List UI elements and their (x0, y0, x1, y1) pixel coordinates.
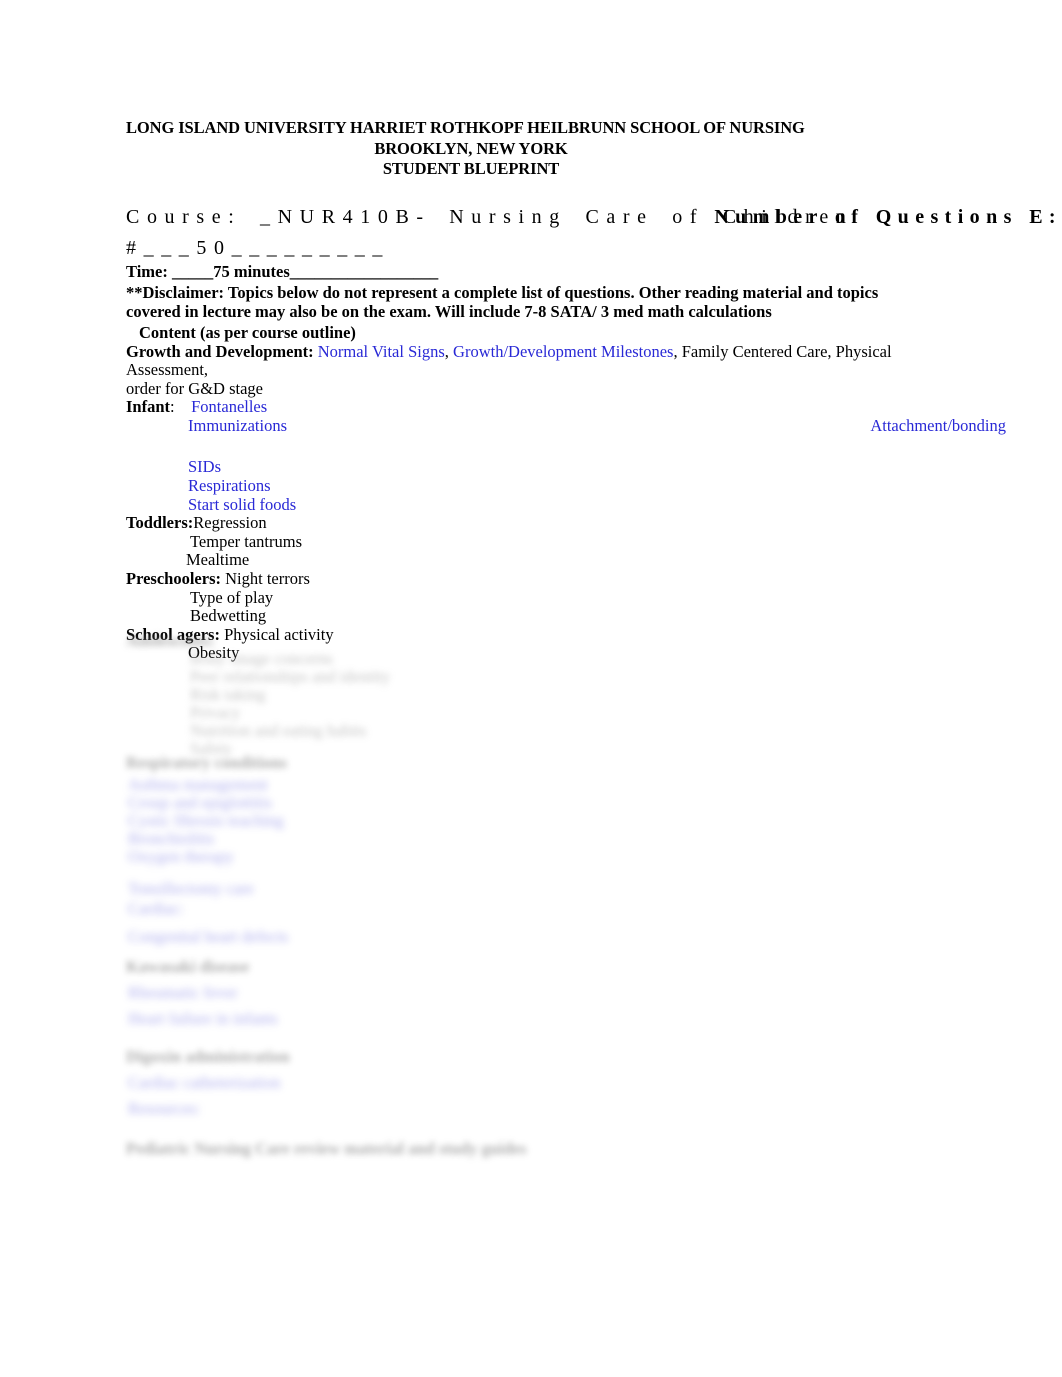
outline-row-respirations: Respirations (126, 476, 1062, 496)
header-line-location: BROOKLYN, NEW YORK (374, 138, 568, 158)
content-section-heading: Content (as per course outline) (139, 322, 356, 342)
blurred-line: Nutrition and eating habits (190, 721, 367, 740)
growth-development-label: Growth and Development: (126, 341, 314, 361)
blurred-line: Risk taking (190, 685, 266, 704)
toddlers-label: Toddlers: (126, 513, 194, 533)
question-count-text: Number of Questions E: (714, 205, 1062, 228)
link-immunizations[interactable]: Immunizations (188, 416, 287, 435)
outline-row-toddlers: Toddlers:Regression (126, 513, 1062, 533)
blurred-line: Privacy (190, 703, 241, 722)
question-count-overlay: Number of Questions E: (126, 202, 1062, 233)
course-outline: Growth and Development: Normal Vital Sig… (126, 341, 1062, 664)
blurred-line: Croup and epiglottitis (128, 793, 272, 812)
blurred-line: Resources: (128, 1099, 201, 1118)
redacted-blurred-section: Adolescents: Body image concerns Peer re… (126, 628, 826, 1168)
blurred-line: Digoxin administration (126, 1047, 290, 1066)
outline-row-infant: Infant: Fontanelles (126, 397, 1062, 417)
outline-row-mealtime: Mealtime (186, 550, 250, 570)
course-number-line: #___50_________ (126, 236, 390, 259)
outline-row-preschoolers: Preschoolers: Night terrors (126, 569, 1062, 589)
document-page: LONG ISLAND UNIVERSITY HARRIET ROTHKOPF … (0, 0, 1062, 1377)
outline-row-sids: SIDs (126, 458, 1062, 477)
blurred-line: Cystic fibrosis teaching (128, 811, 284, 830)
blurred-line: Body image concerns (190, 649, 333, 668)
blurred-line: Bronchiolitis (128, 829, 215, 848)
document-content: LONG ISLAND UNIVERSITY HARRIET ROTHKOPF … (126, 118, 1062, 663)
outline-row-start-solid-foods: Start solid foods (126, 495, 1062, 515)
outline-row-immunizations: Immunizations Attachment/bonding (126, 416, 1006, 436)
blurred-line: Congenital heart defects (128, 927, 289, 946)
exam-time-line: Time: _____75 minutes__________________ (126, 261, 439, 281)
blurred-line: Kawasaki disease (126, 957, 250, 976)
link-normal-vital-signs[interactable]: Normal Vital Signs (318, 342, 445, 361)
toddlers-first-item: Regression (193, 513, 267, 533)
blurred-line: Rheumatic fever (128, 983, 238, 1002)
growth-separator: , (444, 341, 454, 361)
link-attachment-bonding[interactable]: Attachment/bonding (870, 416, 1006, 436)
blurred-line: Tonsillectomy care (128, 879, 254, 898)
outline-row-temper-tantrums: Temper tantrums (190, 531, 303, 551)
blurred-line: Asthma management (128, 775, 268, 794)
preschoolers-first-item: Night terrors (225, 569, 310, 589)
link-respirations[interactable]: Respirations (188, 476, 271, 495)
blurred-line: Peer relationships and identity (190, 667, 391, 686)
header-line-title: STUDENT BLUEPRINT (382, 159, 560, 178)
preschoolers-label: Preschoolers: (126, 569, 221, 589)
blurred-line: Cardiac catheterization (128, 1073, 281, 1092)
link-growth-development-milestones[interactable]: Growth/Development Milestones (453, 342, 673, 361)
blurred-line: Cardiac: (128, 899, 184, 918)
blurred-line: Heart failure in infants (128, 1009, 278, 1028)
link-sids[interactable]: SIDs (188, 457, 221, 477)
blurred-line: Respiratory conditions (126, 753, 287, 772)
header-line-institution: LONG ISLAND UNIVERSITY HARRIET ROTHKOPF … (126, 118, 805, 137)
outline-row-growth-development: Growth and Development: Normal Vital Sig… (126, 341, 938, 380)
document-header: LONG ISLAND UNIVERSITY HARRIET ROTHKOPF … (126, 118, 1062, 180)
outline-spacer (126, 435, 1062, 458)
link-start-solid-foods[interactable]: Start solid foods (188, 495, 296, 514)
blurred-line: Pediatric Nursing Care review material a… (126, 1139, 527, 1158)
outline-row-type-of-play: Type of play (190, 587, 274, 607)
disclaimer-text: **Disclaimer: Topics below do not repres… (126, 282, 879, 322)
outline-row-growth-wrap: order for G&D stage (126, 378, 263, 398)
infant-label: Infant (126, 397, 171, 417)
outline-row-bedwetting: Bedwetting (190, 606, 267, 626)
link-fontanelles[interactable]: Fontanelles (191, 397, 267, 416)
course-info-block: Course: _NUR410B- Nursing Care of Childr… (126, 202, 1062, 260)
blurred-line: Adolescents: (126, 631, 215, 650)
blurred-line: Oxygen therapy (128, 847, 234, 866)
